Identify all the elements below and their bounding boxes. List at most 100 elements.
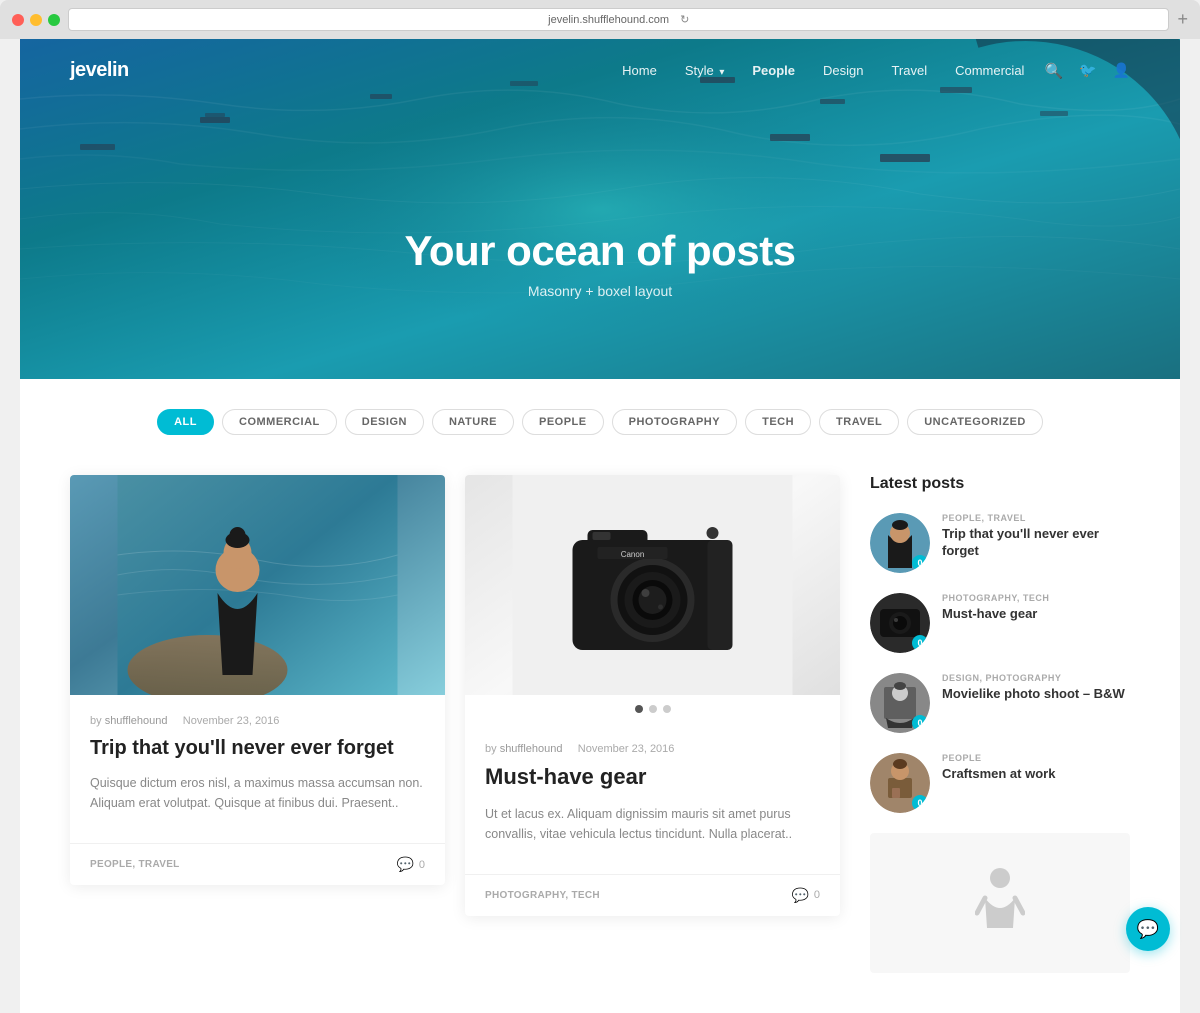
latest-post-2-cat: PHOTOGRAPHY, TECH [942,593,1049,603]
filter-people[interactable]: PEOPLE [522,409,604,435]
post-2-comments: 💬 0 [791,887,820,904]
nav-icons: 🔍 🐦 👤 [1044,62,1130,80]
post-1-date: November 23, 2016 [183,715,280,727]
post-2-meta: by shufflehound November 23, 2016 [485,743,820,755]
url-text: jevelin.shufflehound.com [548,14,669,26]
new-tab-button[interactable]: + [1177,9,1188,30]
filter-photography[interactable]: PHOTOGRAPHY [612,409,737,435]
post-2-date-sep [566,743,575,755]
address-bar[interactable]: jevelin.shufflehound.com ↻ [68,8,1169,31]
latest-post-2-badge: 0 [912,635,928,651]
post-2-excerpt: Ut et lacus ex. Aliquam dignissim mauris… [485,804,820,844]
logo[interactable]: jevelin [70,59,129,82]
post-1-footer: PEOPLE, TRAVEL 💬 0 [70,843,445,885]
latest-post-3-badge: 0 [912,715,928,731]
post-2-author: shufflehound [500,743,563,755]
main-content: by shufflehound November 23, 2016 Trip t… [20,455,1180,1013]
latest-post-1-title[interactable]: Trip that you'll never ever forget [942,526,1130,560]
filter-tech[interactable]: TECH [745,409,811,435]
filter-design[interactable]: DESIGN [345,409,424,435]
latest-post-3-info: DESIGN, PHOTOGRAPHY Movielike photo shoo… [942,673,1125,703]
latest-post-1-badge: 0 [912,555,928,571]
nav-design[interactable]: Design [823,63,863,78]
post-2-date: November 23, 2016 [578,743,675,755]
post-card-2: Canon by shufflehound [465,475,840,916]
latest-post-4-thumb: 0 [870,753,930,813]
latest-post-2[interactable]: 0 PHOTOGRAPHY, TECH Must-have gear [870,593,1130,653]
nav-people[interactable]: People [752,63,795,78]
post-1-author: shufflehound [105,715,168,727]
latest-post-2-info: PHOTOGRAPHY, TECH Must-have gear [942,593,1049,623]
filter-all[interactable]: ALL [157,409,214,435]
hero-title: Your ocean of posts [20,227,1180,275]
post-1-tags: PEOPLE, TRAVEL [90,859,180,870]
comment-bubble-icon: 💬 [396,856,413,873]
latest-post-4-info: PEOPLE Craftsmen at work [942,753,1055,783]
chat-bubble[interactable]: 💬 [1126,907,1170,951]
post-1-comment-count: 0 [419,859,425,871]
search-icon[interactable]: 🔍 [1044,62,1063,80]
latest-post-4-badge: 0 [912,795,928,811]
nav-home[interactable]: Home [622,63,657,78]
twitter-icon[interactable]: 🐦 [1079,62,1096,80]
latest-post-3-thumb: 0 [870,673,930,733]
latest-post-4[interactable]: 0 PEOPLE Craftsmen at work [870,753,1130,813]
post-2-tags: PHOTOGRAPHY, TECH [485,890,600,901]
svg-text:Canon: Canon [621,550,645,559]
hero-subtitle: Masonry + boxel layout [20,283,1180,299]
post-1-body: by shufflehound November 23, 2016 Trip t… [70,695,445,843]
latest-post-1-cat: PEOPLE, TRAVEL [942,513,1130,523]
hero-content: Your ocean of posts Masonry + boxel layo… [20,227,1180,299]
browser-dots [12,14,60,26]
latest-post-4-title[interactable]: Craftsmen at work [942,766,1055,783]
post-1-excerpt: Quisque dictum eros nisl, a maximus mass… [90,773,425,813]
latest-post-2-title[interactable]: Must-have gear [942,606,1049,623]
carousel-dot-2[interactable] [649,705,657,713]
post-1-title[interactable]: Trip that you'll never ever forget [90,735,425,761]
latest-post-3-title[interactable]: Movielike photo shoot – B&W [942,686,1125,703]
filter-section: ALL COMMERCIAL DESIGN NATURE PEOPLE PHOT… [20,379,1180,455]
chat-icon: 💬 [1137,919,1159,940]
comment-bubble-icon-2: 💬 [791,887,808,904]
user-icon[interactable]: 👤 [1113,62,1130,80]
nav-travel[interactable]: Travel [891,63,927,78]
post-2-author-label: by [485,743,500,755]
posts-grid: by shufflehound November 23, 2016 Trip t… [70,475,840,973]
post-1-meta: by shufflehound November 23, 2016 [90,715,425,727]
post-2-image[interactable]: Canon [465,475,840,695]
post-2-comment-count: 0 [814,889,820,901]
sidebar-ad-icon [975,863,1025,943]
post-1-comments: 💬 0 [396,856,425,873]
latest-post-3[interactable]: 0 DESIGN, PHOTOGRAPHY Movielike photo sh… [870,673,1130,733]
dot-green [48,14,60,26]
latest-post-1-info: PEOPLE, TRAVEL Trip that you'll never ev… [942,513,1130,560]
refresh-icon[interactable]: ↻ [680,14,689,26]
post-1-date-sep [171,715,180,727]
latest-post-1-thumb: 0 [870,513,930,573]
post-card-1: by shufflehound November 23, 2016 Trip t… [70,475,445,885]
nav-style[interactable]: Style ▾ [685,63,725,78]
post-1-image[interactable] [70,475,445,695]
carousel-dot-1[interactable] [635,705,643,713]
dot-yellow [30,14,42,26]
post-1-author-label: by [90,715,105,727]
latest-post-1[interactable]: 0 PEOPLE, TRAVEL Trip that you'll never … [870,513,1130,573]
filter-commercial[interactable]: COMMERCIAL [222,409,337,435]
filter-uncategorized[interactable]: UNCATEGORIZED [907,409,1043,435]
carousel-dot-3[interactable] [663,705,671,713]
post-2-body: by shufflehound November 23, 2016 Must-h… [465,723,840,874]
latest-post-2-thumb: 0 [870,593,930,653]
post-2-title[interactable]: Must-have gear [485,763,820,792]
hero-section: jevelin Home Style ▾ People Design Trave… [20,39,1180,379]
sidebar: Latest posts 0 PEOPLE, TRAVEL Trip that … [870,475,1130,973]
nav-links: Home Style ▾ People Design Travel Commer… [622,62,1024,80]
post-2-footer: PHOTOGRAPHY, TECH 💬 0 [465,874,840,916]
dot-red [12,14,24,26]
post-2-carousel [465,695,840,723]
nav-commercial[interactable]: Commercial [955,63,1024,78]
filter-nature[interactable]: NATURE [432,409,514,435]
filter-travel[interactable]: TRAVEL [819,409,899,435]
latest-post-3-cat: DESIGN, PHOTOGRAPHY [942,673,1125,683]
page-wrapper: jevelin Home Style ▾ People Design Trave… [20,39,1180,1013]
navbar: jevelin Home Style ▾ People Design Trave… [20,39,1180,102]
